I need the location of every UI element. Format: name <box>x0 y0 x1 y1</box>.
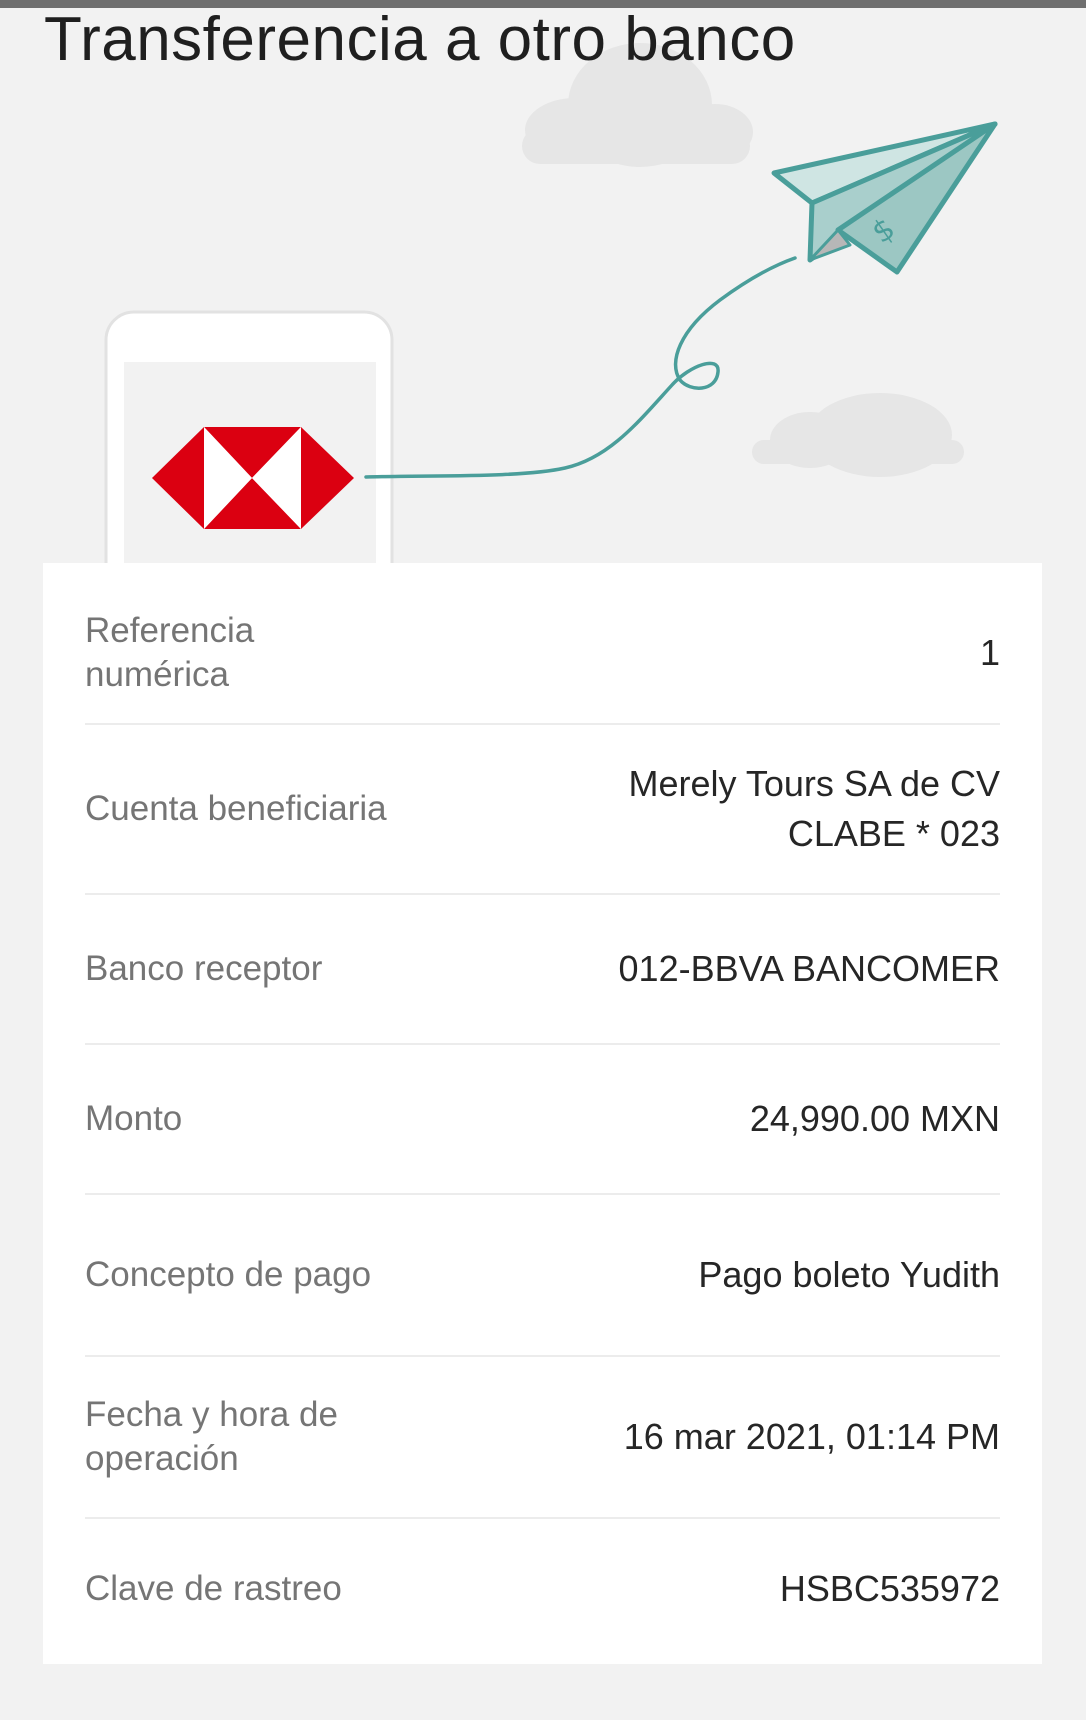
beneficiary-label: Cuenta beneficiaria <box>85 789 387 828</box>
detail-row-bank: Banco receptor 012-BBVA BANCOMER <box>85 895 1000 1045</box>
datetime-label: Fecha y hora de operación <box>85 1395 338 1478</box>
transfer-illustration: $ <box>104 43 998 565</box>
detail-row-amount: Monto 24,990.00 MXN <box>85 1045 1000 1195</box>
detail-row-beneficiary: Cuenta beneficiaria Merely Tours SA de C… <box>85 725 1000 895</box>
reference-value: 1 <box>979 632 1000 673</box>
cloud-right-icon <box>752 393 964 477</box>
beneficiary-clabe: CLABE * 023 <box>787 813 1000 854</box>
reference-value-wrapper: 1 <box>980 583 1000 723</box>
paper-plane-icon: $ <box>771 121 998 275</box>
amount-value: 24,990.00 MXN <box>749 1098 1000 1139</box>
beneficiary-value-wrapper: Merely Tours SA de CV CLABE * 023 <box>629 725 1001 893</box>
tracking-value-wrapper: HSBC535972 <box>780 1519 1000 1659</box>
amount-value-wrapper: 24,990.00 MXN <box>750 1045 1000 1193</box>
bank-value-wrapper: 012-BBVA BANCOMER <box>619 895 1000 1043</box>
bank-label: Banco receptor <box>85 949 323 988</box>
detail-row-concept: Concepto de pago Pago boleto Yudith <box>85 1195 1000 1357</box>
detail-row-datetime: Fecha y hora de operación 16 mar 2021, 0… <box>85 1357 1000 1519</box>
detail-row-tracking: Clave de rastreo HSBC535972 <box>85 1519 1000 1659</box>
page-title: Transferencia a otro banco <box>44 5 796 74</box>
datetime-value: 16 mar 2021, 01:14 PM <box>623 1416 1000 1457</box>
datetime-value-wrapper: 16 mar 2021, 01:14 PM <box>624 1357 1000 1517</box>
concept-label: Concepto de pago <box>85 1255 372 1294</box>
reference-label: Referencia numérica <box>85 611 255 694</box>
tracking-label: Clave de rastreo <box>85 1569 342 1608</box>
tracking-value: HSBC535972 <box>779 1568 1000 1609</box>
flight-path-line <box>364 256 797 479</box>
amount-label: Monto <box>85 1099 183 1138</box>
concept-value-wrapper: Pago boleto Yudith <box>698 1195 1000 1355</box>
transfer-details-card: Referencia numérica 1 Cuenta beneficiari… <box>43 563 1042 1664</box>
detail-row-reference: Referencia numérica 1 <box>85 583 1000 725</box>
beneficiary-name: Merely Tours SA de CV <box>628 763 1001 804</box>
bank-value: 012-BBVA BANCOMER <box>618 948 1000 989</box>
concept-value: Pago boleto Yudith <box>698 1254 1000 1295</box>
